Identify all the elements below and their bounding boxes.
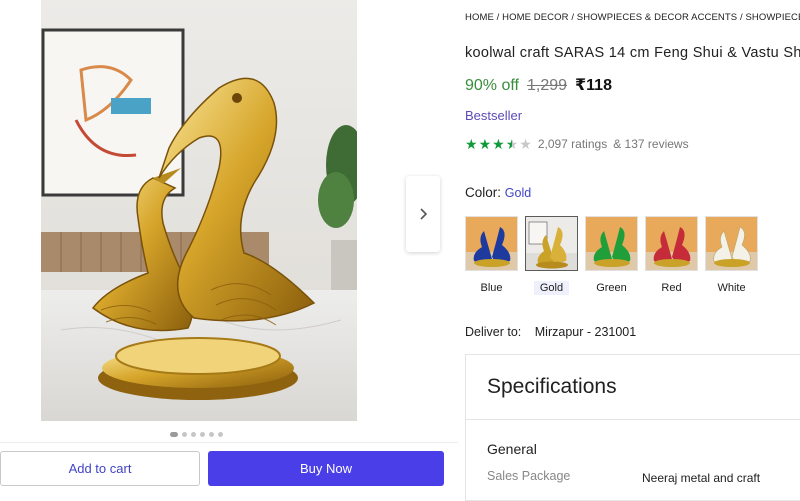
selling-price: ₹118 — [575, 77, 612, 94]
reviews-count: & 137 reviews — [613, 137, 689, 151]
color-option-gold[interactable]: Gold — [525, 216, 578, 295]
color-thumbnail — [525, 216, 578, 271]
color-option-label: White — [717, 282, 746, 294]
chevron-right-icon — [420, 208, 428, 220]
spec-key: Sales Package — [487, 469, 571, 483]
selected-color: Gold — [504, 186, 532, 200]
color-option-red[interactable]: Red — [645, 216, 698, 295]
color-option-label: Blue — [480, 282, 503, 294]
star-full-icon: ★ — [492, 136, 505, 152]
color-option-green[interactable]: Green — [585, 216, 638, 295]
color-label: Color: Gold — [465, 185, 531, 200]
spec-value: Neeraj metal and craft — [642, 471, 761, 485]
star-full-icon: ★ — [465, 136, 478, 152]
carousel-dot[interactable] — [182, 432, 187, 437]
deliver-to-label: Deliver to: — [465, 325, 522, 339]
product-main-image[interactable] — [41, 0, 357, 421]
blue-swan-thumbnail — [466, 217, 517, 270]
red-swan-thumbnail — [646, 217, 697, 270]
star-empty-icon: ★ — [519, 136, 532, 152]
delivery-location[interactable]: Deliver to: Mirzapur - 231001 — [465, 325, 636, 339]
original-price: 1,299 — [526, 77, 568, 94]
color-thumbnail — [585, 216, 638, 271]
golden-swan-figurine-illustration — [41, 0, 357, 421]
breadcrumb-showpieces-figurines[interactable]: SHOWPIECES & FIGU — [745, 12, 800, 23]
color-option-blue[interactable]: Blue — [465, 216, 518, 295]
star-full-icon: ★ — [478, 136, 492, 152]
specifications-panel: Specifications General Sales Package Nee… — [465, 354, 800, 501]
carousel-dot[interactable] — [209, 432, 214, 437]
color-thumbnail — [705, 216, 758, 271]
specifications-title: Specifications — [487, 375, 617, 398]
price-row: 90% off 1,299 ₹118 — [465, 75, 612, 95]
carousel-dot[interactable] — [218, 432, 223, 437]
spec-group-title: General — [487, 441, 537, 457]
product-details: HOME / HOME DECOR / SHOWPIECES & DECOR A… — [465, 0, 800, 501]
next-image-button[interactable] — [406, 176, 440, 252]
color-options: Blue Gold Green Red White — [465, 216, 758, 295]
breadcrumb-home[interactable]: HOME — [465, 12, 494, 23]
delivery-pincode: Mirzapur - 231001 — [534, 325, 637, 339]
image-carousel-dots — [170, 432, 223, 437]
bestseller-badge: Bestseller — [465, 108, 523, 123]
discount-percent: 90% off — [465, 77, 519, 94]
buy-now-button[interactable]: Buy Now — [208, 451, 444, 486]
color-thumbnail — [645, 216, 698, 271]
star-half-icon: ★ — [505, 136, 519, 152]
purchase-actions: Add to cart Buy Now — [0, 442, 458, 501]
color-option-label: Gold — [533, 281, 570, 295]
breadcrumb: HOME / HOME DECOR / SHOWPIECES & DECOR A… — [465, 12, 800, 23]
green-swan-thumbnail — [586, 217, 637, 270]
carousel-dot[interactable] — [191, 432, 196, 437]
color-option-label: Red — [661, 282, 682, 294]
color-thumbnail — [465, 216, 518, 271]
image-gallery: Add to cart Buy Now — [0, 0, 458, 501]
gold-swan-thumbnail — [526, 217, 577, 270]
color-option-white[interactable]: White — [705, 216, 758, 295]
color-option-label: Green — [596, 282, 627, 294]
carousel-dot[interactable] — [170, 432, 178, 437]
carousel-dot[interactable] — [200, 432, 205, 437]
color-label-text: Color: — [465, 185, 502, 200]
white-swan-thumbnail — [706, 217, 757, 270]
breadcrumb-showpieces-decor[interactable]: SHOWPIECES & DECOR ACCENTS — [577, 12, 737, 23]
add-to-cart-button[interactable]: Add to cart — [0, 451, 200, 486]
rating-summary[interactable]: ★ ★ ★ ★ ★ 2,097 ratings & 137 reviews — [465, 137, 689, 151]
ratings-count: 2,097 ratings — [537, 137, 608, 151]
product-title: koolwal craft SARAS 14 cm Feng Shui & Va… — [465, 45, 800, 61]
breadcrumb-home-decor[interactable]: HOME DECOR — [502, 12, 568, 23]
divider — [466, 419, 800, 420]
star-rating: ★ ★ ★ ★ ★ — [465, 137, 532, 151]
